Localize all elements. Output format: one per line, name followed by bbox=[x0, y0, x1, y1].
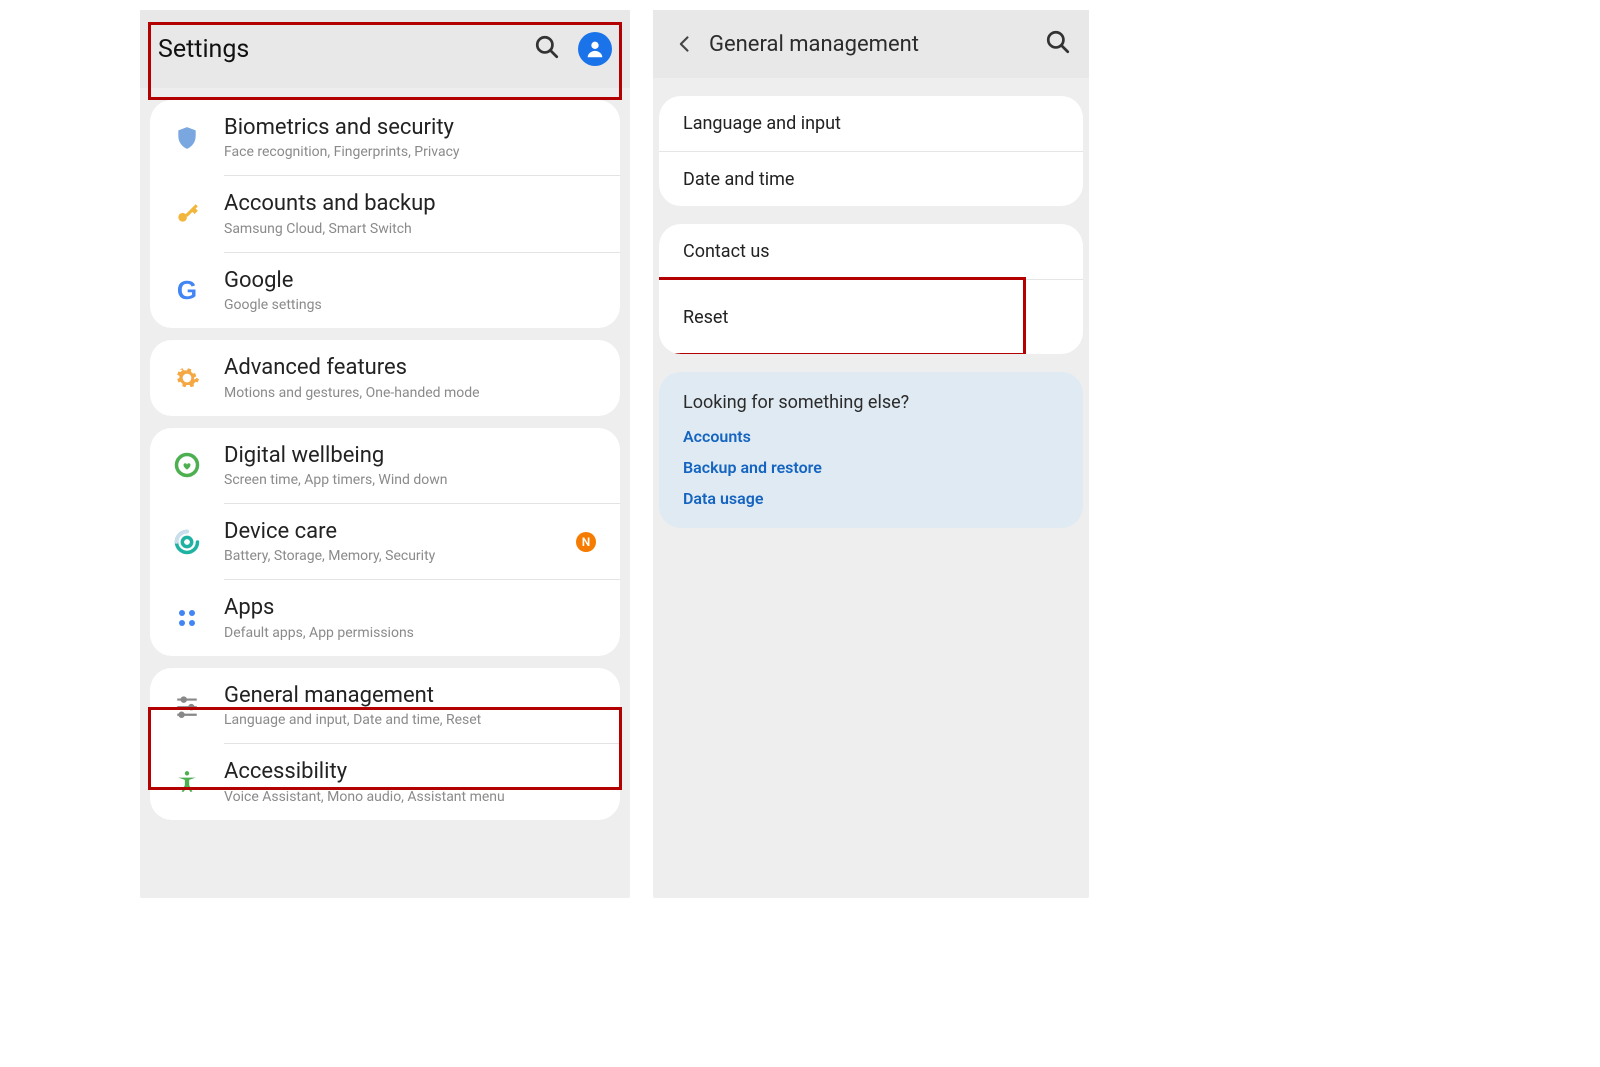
suggest-link-data[interactable]: Data usage bbox=[683, 489, 1059, 508]
row-sub: Google settings bbox=[224, 297, 602, 313]
row-label: Apps bbox=[224, 595, 602, 621]
settings-card: Digital wellbeing Screen time, App timer… bbox=[150, 428, 620, 656]
row-apps[interactable]: Apps Default apps, App permissions bbox=[150, 580, 620, 655]
row-sub: Default apps, App permissions bbox=[224, 625, 602, 641]
row-label: Language and input bbox=[683, 113, 841, 134]
row-label: Digital wellbeing bbox=[224, 443, 602, 469]
profile-avatar[interactable] bbox=[578, 32, 612, 66]
row-sub: Screen time, App timers, Wind down bbox=[224, 472, 602, 488]
suggest-link-backup[interactable]: Backup and restore bbox=[683, 458, 1059, 477]
row-google[interactable]: G Google Google settings bbox=[150, 253, 620, 328]
wellbeing-icon bbox=[166, 451, 208, 479]
row-language-input[interactable]: Language and input bbox=[659, 96, 1083, 151]
row-label: Accounts and backup bbox=[224, 191, 602, 217]
row-sub: Battery, Storage, Memory, Security bbox=[224, 548, 576, 564]
back-icon[interactable] bbox=[671, 34, 699, 54]
row-sub: Motions and gestures, One-handed mode bbox=[224, 385, 602, 401]
row-accounts[interactable]: Accounts and backup Samsung Cloud, Smart… bbox=[150, 176, 620, 251]
row-sub: Voice Assistant, Mono audio, Assistant m… bbox=[224, 789, 602, 805]
suggest-head: Looking for something else? bbox=[683, 392, 1059, 413]
row-label: Date and time bbox=[683, 169, 794, 190]
row-label: Advanced features bbox=[224, 355, 602, 381]
row-label: Contact us bbox=[683, 241, 770, 262]
row-advanced[interactable]: Advanced features Motions and gestures, … bbox=[150, 340, 620, 415]
settings-title: Settings bbox=[158, 35, 534, 64]
row-sub: Language and input, Date and time, Reset bbox=[224, 712, 602, 728]
row-label: Biometrics and security bbox=[224, 115, 602, 141]
row-general-management[interactable]: General management Language and input, D… bbox=[150, 668, 620, 743]
key-icon bbox=[166, 201, 208, 227]
row-wellbeing[interactable]: Digital wellbeing Screen time, App timer… bbox=[150, 428, 620, 503]
search-icon[interactable] bbox=[1045, 29, 1071, 59]
notification-badge: N bbox=[576, 532, 596, 552]
row-sub: Face recognition, Fingerprints, Privacy bbox=[224, 144, 602, 160]
device-care-icon bbox=[166, 528, 208, 556]
sliders-icon bbox=[166, 692, 208, 718]
accessibility-icon bbox=[166, 769, 208, 795]
google-icon: G bbox=[166, 275, 208, 306]
general-management-panel: General management Language and input Da… bbox=[653, 10, 1089, 898]
gear-icon bbox=[166, 365, 208, 391]
apps-icon bbox=[166, 606, 208, 630]
row-date-time[interactable]: Date and time bbox=[659, 151, 1083, 206]
suggest-link-accounts[interactable]: Accounts bbox=[683, 427, 1059, 446]
settings-card: Biometrics and security Face recognition… bbox=[150, 100, 620, 328]
row-label: Google bbox=[224, 268, 602, 294]
settings-card: General management Language and input, D… bbox=[150, 668, 620, 820]
row-sub: Samsung Cloud, Smart Switch bbox=[224, 221, 602, 237]
row-label: Accessibility bbox=[224, 759, 602, 785]
row-contact-us[interactable]: Contact us bbox=[659, 224, 1083, 279]
gm-card: Language and input Date and time bbox=[659, 96, 1083, 206]
row-accessibility[interactable]: Accessibility Voice Assistant, Mono audi… bbox=[150, 744, 620, 819]
row-label: Device care bbox=[224, 519, 576, 545]
gm-header: General management bbox=[653, 10, 1089, 78]
row-reset[interactable]: Reset bbox=[659, 279, 1083, 354]
gm-title: General management bbox=[709, 32, 1045, 57]
row-label: Reset bbox=[683, 307, 728, 328]
row-device-care[interactable]: Device care Battery, Storage, Memory, Se… bbox=[150, 504, 620, 579]
row-biometrics[interactable]: Biometrics and security Face recognition… bbox=[150, 100, 620, 175]
suggest-card: Looking for something else? Accounts Bac… bbox=[659, 372, 1083, 528]
settings-panel: Settings Biometrics and security Face re… bbox=[140, 10, 630, 898]
settings-header: Settings bbox=[140, 10, 630, 88]
settings-card: Advanced features Motions and gestures, … bbox=[150, 340, 620, 415]
gm-card: Contact us Reset bbox=[659, 224, 1083, 354]
row-label: General management bbox=[224, 683, 602, 709]
shield-icon bbox=[166, 125, 208, 151]
search-icon[interactable] bbox=[534, 34, 560, 64]
